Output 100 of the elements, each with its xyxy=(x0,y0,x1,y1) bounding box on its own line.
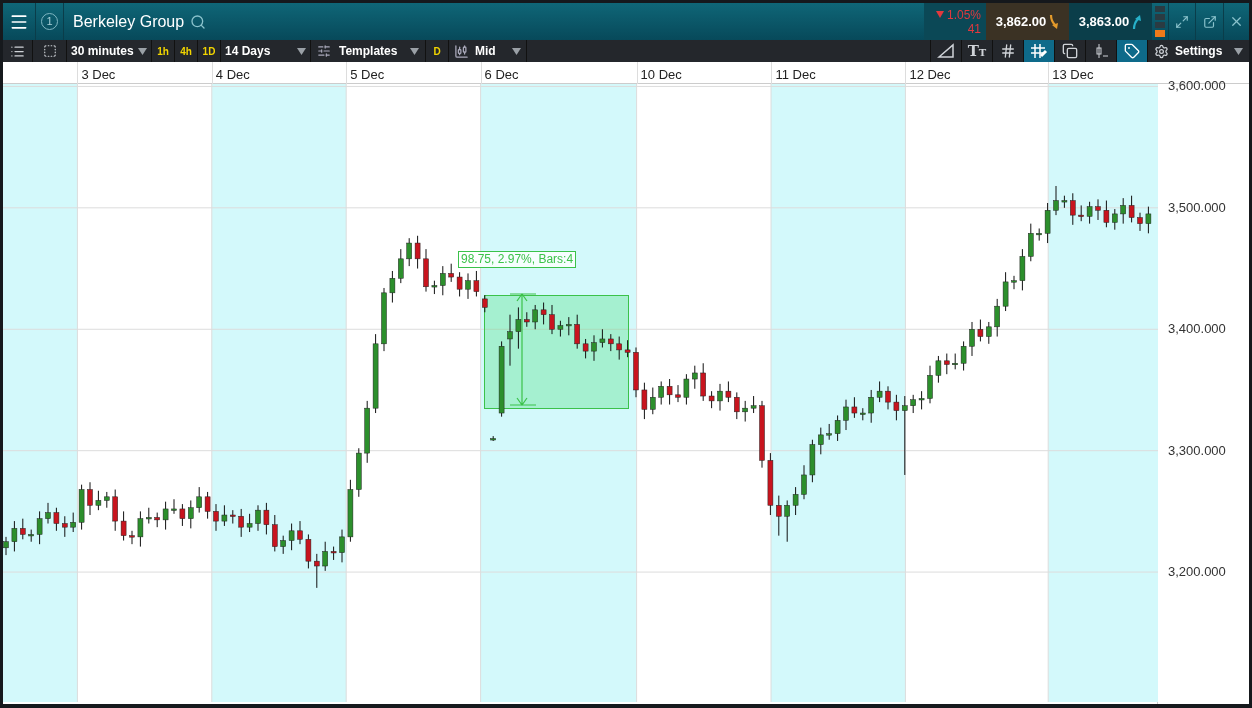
dashed-square-icon xyxy=(42,44,57,58)
candlestick xyxy=(20,518,26,540)
candlestick xyxy=(742,400,748,423)
candlestick xyxy=(179,503,186,527)
caret-icon xyxy=(138,47,147,55)
candlestick xyxy=(1028,223,1034,262)
candlestick xyxy=(994,298,1000,338)
candlestick xyxy=(784,499,790,543)
caret-icon xyxy=(410,47,419,55)
change-points: 41 xyxy=(967,21,981,36)
candlestick xyxy=(683,373,690,406)
candlestick xyxy=(792,486,799,516)
layers-icon xyxy=(1062,43,1078,59)
search-icon[interactable] xyxy=(190,13,207,30)
candlestick xyxy=(969,321,975,357)
external-link-icon xyxy=(1202,14,1217,29)
date-label: 10 Dec xyxy=(640,66,682,84)
buy-price-button[interactable]: 3,863.00 xyxy=(1069,3,1152,40)
sell-price-button[interactable]: 3,862.00 xyxy=(986,3,1069,40)
candle-icon xyxy=(1093,43,1109,59)
candlestick xyxy=(977,319,984,342)
candlestick xyxy=(616,336,622,361)
ramp-icon xyxy=(937,43,955,59)
candlestick xyxy=(322,541,328,572)
chart-tool-button[interactable] xyxy=(1023,40,1054,62)
candlestick xyxy=(1120,197,1126,225)
candlestick xyxy=(1036,227,1042,242)
candlestick xyxy=(11,520,18,552)
candlestick xyxy=(448,263,454,283)
candlestick xyxy=(666,378,673,406)
candlestick xyxy=(213,503,219,532)
chart-tool-button[interactable] xyxy=(1116,40,1147,62)
price-label: 3,200.000 xyxy=(1168,565,1226,580)
candlestick xyxy=(725,380,732,403)
candlestick xyxy=(1128,195,1135,223)
candlestick xyxy=(641,382,648,420)
caret-icon xyxy=(1234,47,1243,55)
candlestick xyxy=(599,328,606,348)
candlestick xyxy=(196,486,202,514)
candlestick xyxy=(1103,200,1110,228)
candlestick xyxy=(1112,208,1118,231)
date-label: 4 Dec xyxy=(215,66,250,84)
candlestick xyxy=(582,338,589,359)
candlestick xyxy=(1044,202,1051,244)
candlestick xyxy=(944,353,950,375)
candlestick xyxy=(986,321,992,345)
candlestick xyxy=(53,507,60,532)
candlestick xyxy=(272,514,278,552)
candlestick xyxy=(834,414,841,442)
candlestick xyxy=(650,387,656,415)
candlestick xyxy=(893,394,900,421)
date-label: 13 Dec xyxy=(1052,66,1094,84)
price-label: 3,300.000 xyxy=(1168,443,1226,458)
candlestick xyxy=(70,512,76,533)
candlestick xyxy=(675,384,681,403)
candlestick xyxy=(1053,185,1059,216)
list-icon xyxy=(10,43,25,59)
candlestick xyxy=(45,502,51,525)
candlestick xyxy=(62,515,68,538)
candlestick xyxy=(910,394,916,414)
tag-icon xyxy=(1124,43,1140,59)
candlestick xyxy=(776,495,782,537)
candlestick xyxy=(162,501,169,531)
candlestick xyxy=(927,365,933,404)
candlestick xyxy=(1145,206,1152,234)
candlestick xyxy=(339,529,345,563)
candlestick xyxy=(515,306,522,350)
candlestick xyxy=(540,302,547,325)
candlestick xyxy=(280,535,286,555)
settings-icon xyxy=(1154,43,1169,59)
candlestick xyxy=(204,491,211,520)
candlestick xyxy=(406,237,412,267)
candlestick xyxy=(935,355,942,384)
candlestick xyxy=(532,304,538,330)
candlestick xyxy=(591,334,597,362)
candlestick-icon xyxy=(454,43,469,59)
candlestick xyxy=(658,380,664,406)
text-size-icon: TT xyxy=(967,43,987,59)
candlestick xyxy=(566,316,572,336)
candlestick xyxy=(918,390,925,410)
candlestick xyxy=(314,553,320,589)
candlestick xyxy=(549,304,555,335)
candlestick xyxy=(398,248,404,284)
candlestick xyxy=(818,427,824,455)
candlestick xyxy=(1137,212,1143,232)
price-label: 3,500.000 xyxy=(1168,200,1226,215)
candlestick xyxy=(95,490,102,511)
price-label: 3,400.000 xyxy=(1168,322,1226,337)
candlestick xyxy=(868,389,874,424)
candlestick xyxy=(255,504,261,532)
candlestick xyxy=(238,508,244,538)
candlestick xyxy=(440,265,446,296)
price-label: 3,600.000 xyxy=(1168,79,1226,94)
candlestick xyxy=(843,399,849,431)
candlestick xyxy=(305,533,312,569)
candlestick xyxy=(1011,275,1017,290)
candlestick xyxy=(36,510,43,545)
candlestick xyxy=(87,481,93,516)
candlestick xyxy=(456,271,463,297)
candlestick xyxy=(129,530,135,545)
